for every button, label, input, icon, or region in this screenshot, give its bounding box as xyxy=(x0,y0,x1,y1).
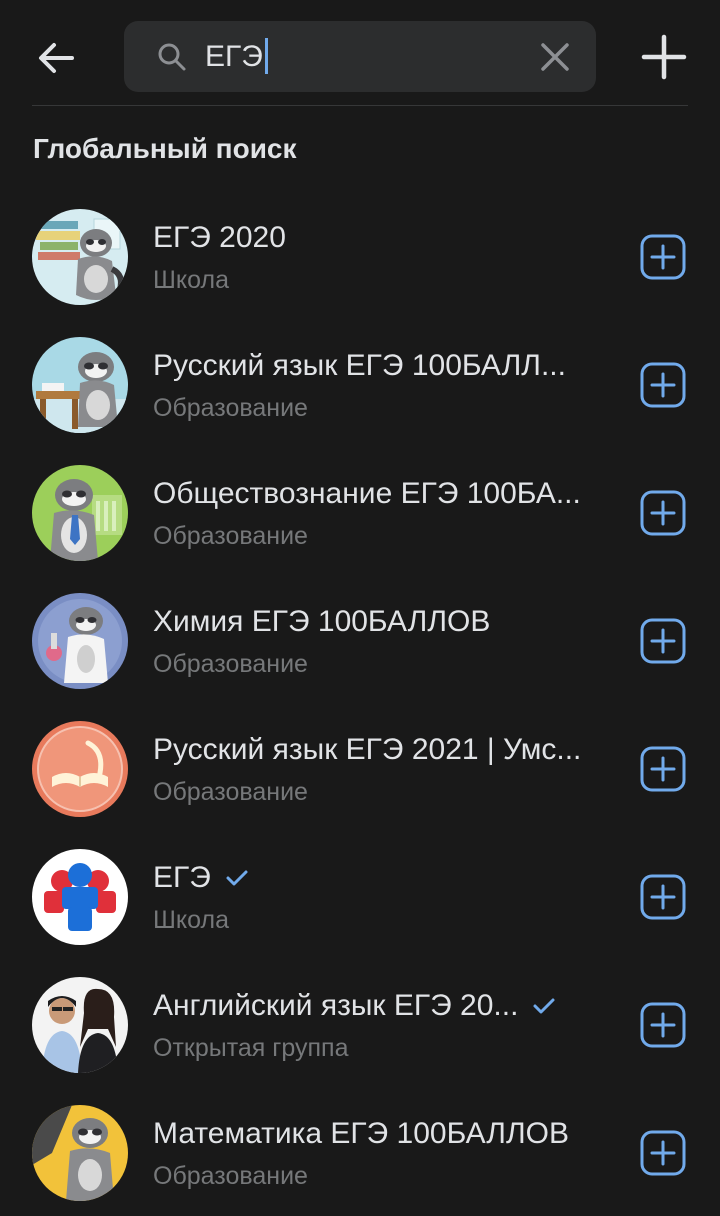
result-title-line: ЕГЭ 2020 xyxy=(153,218,613,258)
result-title-line: Обществознание ЕГЭ 100БА... xyxy=(153,474,613,514)
result-subtitle: Школа xyxy=(153,266,229,294)
add-square-icon[interactable] xyxy=(640,490,686,536)
result-title: ЕГЭ xyxy=(153,861,211,894)
add-square-icon[interactable] xyxy=(640,362,686,408)
list-item[interactable]: Химия ЕГЭ 100БАЛЛОВ Образование xyxy=(0,576,720,704)
add-square-icon[interactable] xyxy=(640,234,686,280)
text-cursor xyxy=(264,38,268,75)
list-item[interactable]: ЕГЭ 2020 Школа xyxy=(0,192,720,320)
result-title-line: Русский язык ЕГЭ 2021 | Умс... xyxy=(153,730,613,770)
result-title: Русский язык ЕГЭ 2021 | Умс... xyxy=(153,733,582,766)
result-title-line: Русский язык ЕГЭ 100БАЛЛ... xyxy=(153,346,613,386)
search-input[interactable]: ЕГЭ xyxy=(124,21,596,92)
result-subtitle: Образование xyxy=(153,394,308,422)
add-square-icon[interactable] xyxy=(640,1130,686,1176)
top-bar: ЕГЭ xyxy=(0,0,720,106)
result-title-line: Английский язык ЕГЭ 20... xyxy=(153,986,613,1026)
avatar xyxy=(32,209,128,305)
avatar xyxy=(32,849,128,945)
avatar xyxy=(32,593,128,689)
list-item[interactable]: Обществознание ЕГЭ 100БА... Образование xyxy=(0,448,720,576)
check-icon xyxy=(533,998,555,1014)
add-square-icon[interactable] xyxy=(640,746,686,792)
result-title: Русский язык ЕГЭ 100БАЛЛ... xyxy=(153,349,566,382)
divider xyxy=(32,105,688,106)
result-subtitle: Образование xyxy=(153,522,308,550)
close-icon[interactable] xyxy=(537,39,573,75)
search-icon xyxy=(158,43,186,71)
list-item[interactable]: Английский язык ЕГЭ 20... Открытая групп… xyxy=(0,960,720,1088)
avatar xyxy=(32,977,128,1073)
add-square-icon[interactable] xyxy=(640,874,686,920)
search-field[interactable]: ЕГЭ xyxy=(205,35,268,79)
list-item[interactable]: Русский язык ЕГЭ 2021 | Умс... Образован… xyxy=(0,704,720,832)
back-button[interactable] xyxy=(30,32,82,84)
avatar xyxy=(32,721,128,817)
result-subtitle: Образование xyxy=(153,778,308,806)
result-title: Математика ЕГЭ 100БАЛЛОВ xyxy=(153,1117,570,1150)
result-title: Английский язык ЕГЭ 20... xyxy=(153,989,519,1022)
avatar xyxy=(32,337,128,433)
result-subtitle: Образование xyxy=(153,1162,308,1190)
result-subtitle: Школа xyxy=(153,906,229,934)
list-item[interactable]: Математика ЕГЭ 100БАЛЛОВ Образование xyxy=(0,1088,720,1216)
add-square-icon[interactable] xyxy=(640,618,686,664)
result-title-line: Математика ЕГЭ 100БАЛЛОВ xyxy=(153,1114,613,1154)
result-subtitle: Открытая группа xyxy=(153,1034,349,1062)
result-subtitle: Образование xyxy=(153,650,308,678)
search-query: ЕГЭ xyxy=(205,40,263,73)
add-square-icon[interactable] xyxy=(640,1002,686,1048)
result-title: ЕГЭ 2020 xyxy=(153,221,286,254)
result-title: Химия ЕГЭ 100БАЛЛОВ xyxy=(153,605,491,638)
result-title: Обществознание ЕГЭ 100БА... xyxy=(153,477,581,510)
result-title-line: Химия ЕГЭ 100БАЛЛОВ xyxy=(153,602,613,642)
list-item[interactable]: ЕГЭ Школа xyxy=(0,832,720,960)
section-title: Глобальный поиск xyxy=(33,133,297,164)
avatar xyxy=(32,465,128,561)
arrow-left-icon xyxy=(39,43,74,73)
plus-icon[interactable] xyxy=(636,29,692,85)
avatar xyxy=(32,1105,128,1201)
check-icon xyxy=(226,870,248,886)
result-title-line: ЕГЭ xyxy=(153,858,613,898)
list-item[interactable]: Русский язык ЕГЭ 100БАЛЛ... Образование xyxy=(0,320,720,448)
